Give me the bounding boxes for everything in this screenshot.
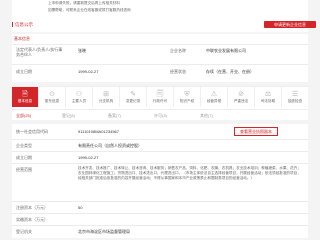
tab-label: 主要人员 (71, 98, 87, 103)
business-scope-text: 技术开发、技术推广、技术转让、技术咨询、技术服务；销售农产品、饲料、化肥、农膜、… (78, 166, 301, 180)
notice-panel: 上市申请失败，请重新提交后再上传相关材料 如需帮助，可联系企业在线客服或拨打客服… (12, 0, 308, 18)
top-section: 信息公示 申请更新企业信息 (12, 18, 316, 32)
tab-label: 变更记录 (125, 98, 141, 103)
view-license-button[interactable]: 查看营业执照副本 (234, 127, 278, 136)
tab-shareholders[interactable]: ⊙ 股东信息 (39, 87, 66, 107)
business-scope-label: 经营范围 (16, 167, 32, 172)
update-info-button[interactable]: 申请更新企业信息 (264, 21, 316, 28)
view-license-button-label: 查看营业执照副本 (240, 128, 272, 134)
notice-line-1: 上市申请失败，请重新提交后再上传相关材料 (48, 1, 120, 5)
update-info-button-label: 申请更新企业信息 (274, 21, 306, 27)
company-name-label: 企业名称 (170, 48, 186, 53)
company-name-value: 中联农业发展有限公司 (206, 48, 246, 53)
section-title: 信息公示 (15, 22, 33, 27)
pencil-icon: ✎ (130, 90, 136, 98)
tab-label: 知识产权 (179, 98, 195, 103)
notice-line-2: 如需帮助，可联系企业在线客服或拨打客服热线咨询 (48, 8, 131, 12)
ban-icon: ⊘ (238, 90, 244, 98)
credit-code-label: 统一社会信用代码 (16, 129, 48, 134)
file-icon: 🗐 (156, 90, 164, 98)
tab-label: 基本信息 (17, 98, 33, 103)
founded-date-label: 成立日期 (16, 69, 32, 74)
info-row: 成立日期 1999-02-27 经营状态 存续（在营、开业、在册） (12, 64, 308, 79)
filter-registration[interactable]: 登记(8) (62, 113, 75, 119)
scales-icon: ⚖ (264, 90, 272, 98)
tab-label: 严重违法 (233, 98, 249, 103)
filter-row: 全部(25) 登记(8) 备案(7) 许可(3) 其他(7) (12, 110, 308, 120)
detail-section: 统一社会信用代码 91110108MA01234567 查看营业执照副本 企业类… (12, 124, 308, 238)
registered-capital-value: 50 (78, 205, 83, 210)
tab-label: 司法协助 (260, 98, 276, 103)
document-icon: 🗎 (22, 90, 28, 98)
shield-icon: ⛨ (184, 90, 190, 98)
credit-code-value: 91110108MA01234567 (78, 129, 119, 134)
tab-label: 行政许可 (152, 98, 168, 103)
tab-label: 抽查检查 (287, 98, 303, 103)
registration-authority-value: 北京市海淀区市场监督管理局 (78, 229, 130, 234)
tab-label: 经营异常 (206, 98, 222, 103)
list-icon: ☰ (291, 90, 299, 98)
filter-license[interactable]: 许可(3) (154, 113, 167, 119)
detail-founded-value: 1999-02-27 (78, 155, 99, 160)
detail-row: 企业类型 有限责任公司（自然人投资或控股） (12, 139, 308, 150)
filter-other[interactable]: 其他(7) (200, 113, 213, 119)
basic-section-title: 基本信息 (14, 36, 30, 41)
info-row: 法定代表人/负责人/执行事务合伙人 张晓 企业名称 中联农业发展有限公司 (12, 44, 308, 59)
detail-row: 实缴资本（万元） (12, 213, 308, 224)
business-scope-row: 经营范围 技术开发、技术推广、技术转让、技术咨询、技术服务；销售农产品、饲料、化… (12, 163, 308, 200)
tab-violations[interactable]: ⊘ 严重违法 (228, 87, 255, 107)
tab-judicial[interactable]: ⚖ 司法协助 (255, 87, 282, 107)
tab-label: 分支机构 (98, 98, 114, 103)
basic-section: 基本信息 法定代表人/负责人/执行事务合伙人 张晓 企业名称 中联农业发展有限公… (12, 34, 308, 82)
detail-founded-label: 成立日期 (16, 155, 32, 160)
status-label: 经营状态 (170, 69, 186, 74)
filter-filing[interactable]: 备案(7) (108, 113, 121, 119)
founded-date-value: 1999-02-27 (78, 69, 99, 74)
filter-all[interactable]: 全部(25) (16, 113, 31, 119)
status-value: 存续（在营、开业、在册） (206, 69, 254, 74)
legal-rep-value: 张晓 (78, 48, 86, 53)
paid-capital-label: 实缴资本（万元） (16, 217, 48, 222)
info-tabs: 🗎 基本信息 ⊙ 股东信息 ⚇ 主要人员 ⊞ 分支机构 ✎ 变更记录 🗐 行政许… (12, 86, 308, 110)
warning-icon: ⚠ (210, 90, 218, 98)
company-type-label: 企业类型 (16, 143, 32, 148)
grid-icon: ⊞ (103, 90, 109, 98)
registered-capital-label: 注册资本（万元） (16, 205, 48, 210)
credit-code-row: 统一社会信用代码 91110108MA01234567 查看营业执照副本 (12, 127, 308, 137)
tab-inspections[interactable]: ☰ 抽查检查 (282, 87, 308, 107)
tab-branches[interactable]: ⊞ 分支机构 (93, 87, 120, 107)
detail-row: 成立日期 1999-02-27 (12, 151, 308, 162)
tab-ip[interactable]: ⛨ 知识产权 (174, 87, 201, 107)
detail-row: 登记机关 北京市海淀区市场监督管理局 (12, 225, 308, 236)
tab-licenses[interactable]: 🗐 行政许可 (147, 87, 174, 107)
section-marker (12, 22, 13, 27)
tab-label: 股东信息 (44, 98, 60, 103)
people-icon: ⚇ (75, 90, 83, 98)
tab-basic-info[interactable]: 🗎 基本信息 (12, 87, 39, 107)
detail-row: 注册资本（万元） 50 (12, 201, 308, 212)
tab-abnormal[interactable]: ⚠ 经营异常 (201, 87, 228, 107)
tab-key-personnel[interactable]: ⚇ 主要人员 (66, 87, 93, 107)
legal-rep-label: 法定代表人/负责人/执行事务合伙人 (16, 47, 63, 57)
tab-change-records[interactable]: ✎ 变更记录 (120, 87, 147, 107)
circle-icon: ⊙ (49, 90, 55, 98)
company-type-value: 有限责任公司（自然人投资或控股） (78, 143, 142, 148)
registration-authority-label: 登记机关 (16, 229, 32, 234)
